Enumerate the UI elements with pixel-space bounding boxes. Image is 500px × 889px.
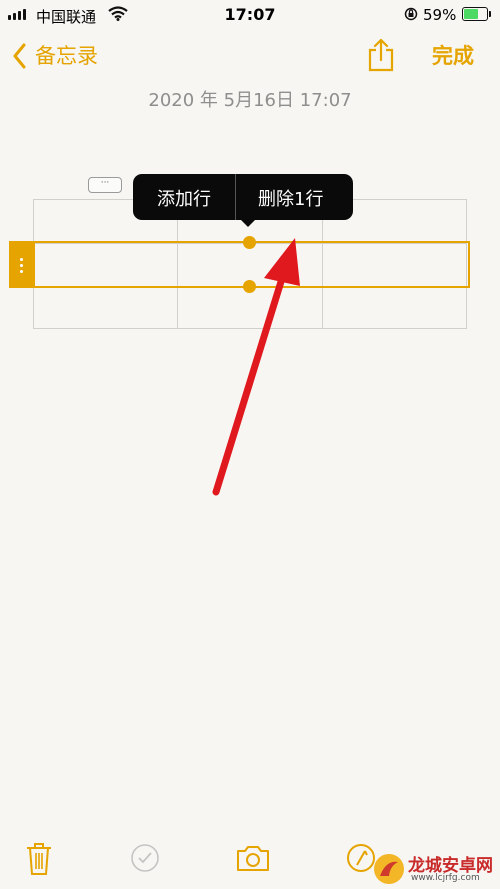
watermark-logo: 龙城安卓网 www.lcjrfg.com [362, 848, 500, 889]
done-button[interactable]: 完成 [432, 40, 474, 70]
orientation-lock-icon [404, 7, 418, 21]
table-edit-menu: 添加行 删除1行 [133, 174, 353, 227]
watermark-emblem-icon [374, 854, 404, 884]
share-icon[interactable] [367, 38, 395, 72]
back-button-label[interactable]: 备忘录 [35, 40, 98, 70]
row-handle[interactable] [9, 241, 35, 288]
status-bar: 中国联通 17:07 59% [0, 0, 500, 28]
annotation-arrow [212, 238, 300, 496]
watermark-url: www.lcjrfg.com [411, 873, 480, 883]
trash-icon[interactable] [25, 842, 53, 876]
battery-percentage: 59% [423, 6, 457, 24]
note-date: 2020 年 5月16日 17:07 [148, 90, 352, 111]
delete-row-button[interactable]: 删除1行 [258, 185, 323, 211]
add-row-button[interactable]: 添加行 [157, 185, 211, 211]
camera-icon[interactable] [236, 845, 270, 872]
battery-icon [462, 7, 491, 21]
chevron-left-icon [13, 43, 26, 69]
column-more-button[interactable]: ··· [88, 177, 122, 193]
checklist-icon[interactable] [130, 843, 160, 873]
